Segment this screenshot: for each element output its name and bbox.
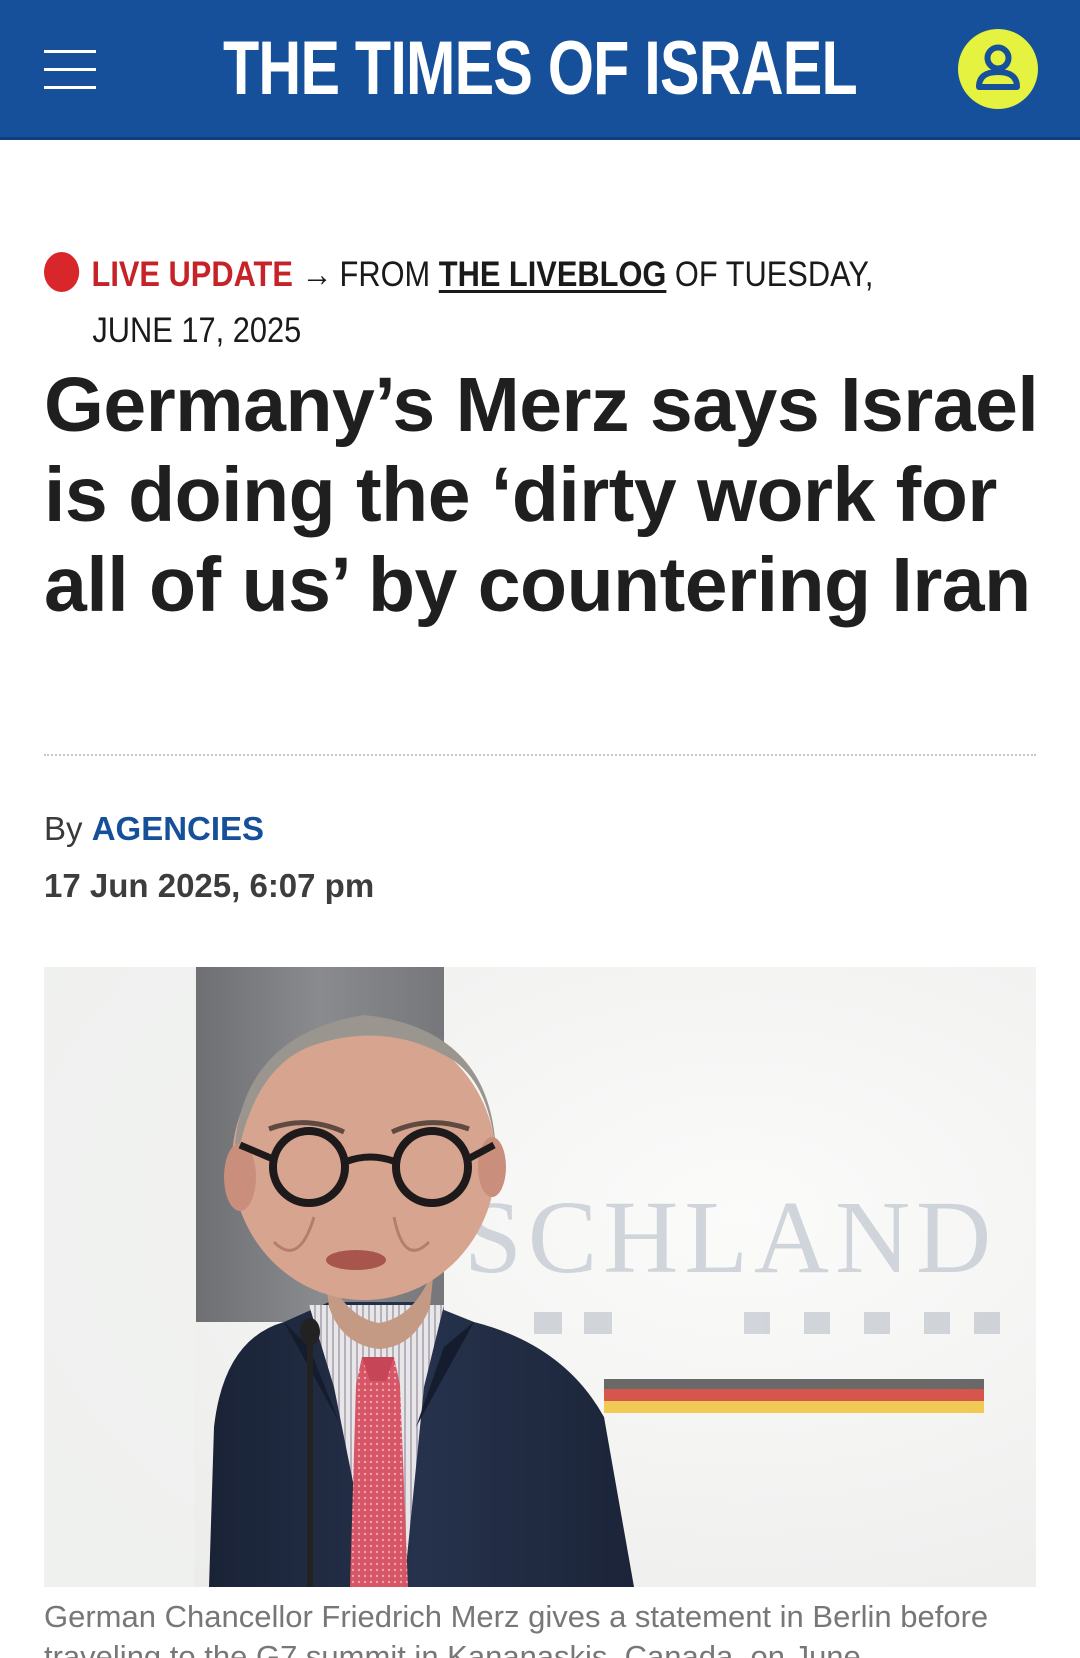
live-date: JUNE 17, 2025 [92,311,302,350]
menu-line [44,68,96,71]
live-dot-icon [44,252,80,292]
arrow-right-icon: → [301,255,333,294]
byline: By AGENCIES [44,810,264,848]
live-update-label: LIVE UPDATE [91,255,293,294]
live-suffix-text: OF TUESDAY, [674,255,874,294]
menu-line [44,50,96,53]
live-from-text: FROM [339,255,431,294]
photo-sign-text: SCHLAND [464,1180,997,1295]
user-account-icon[interactable] [958,29,1038,109]
article-photo[interactable]: SCHLAND [44,967,1036,1587]
author-link[interactable]: AGENCIES [92,810,264,847]
photo-caption: German Chancellor Friedrich Merz gives a… [44,1599,989,1658]
site-header: THE TIMES OF ISRAEL [0,0,1080,140]
article-timestamp: 17 Jun 2025, 6:07 pm [44,867,375,904]
byline-prefix: By [44,810,83,847]
divider [44,754,1036,756]
menu-line [44,86,96,89]
liveblog-link[interactable]: THE LIVEBLOG [439,255,667,294]
live-update-banner: LIVE UPDATE → FROM THE LIVEBLOG OF TUESDAY… [44,247,924,359]
hamburger-menu-icon[interactable] [44,48,96,92]
site-logo[interactable]: THE TIMES OF ISRAEL [119,24,961,114]
article-headline: Germany’s Merz says Israel is doing the … [44,362,1039,628]
